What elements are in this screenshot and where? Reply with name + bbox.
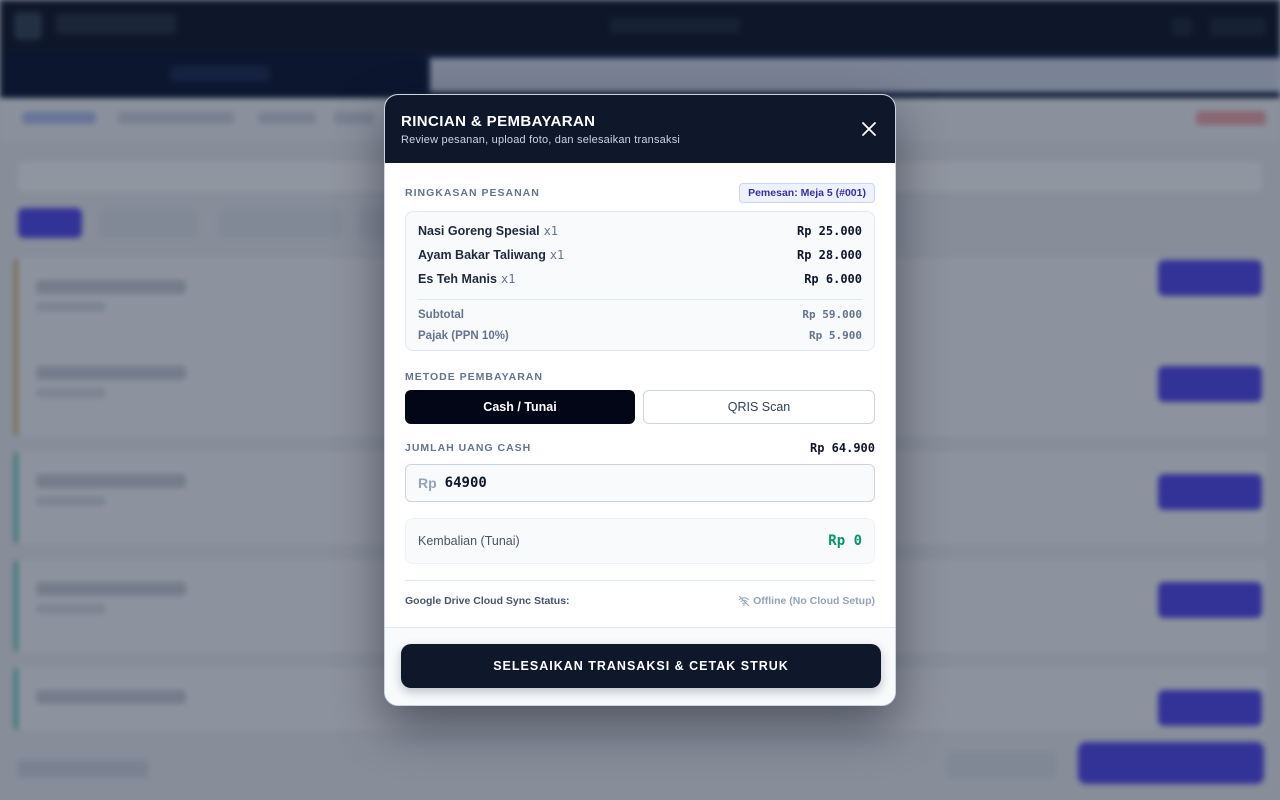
modal-header: RINCIAN & PEMBAYARAN Review pesanan, upl… [385,95,895,163]
item-qty: x1 [500,272,516,286]
modal-subtitle: Review pesanan, upload foto, dan selesai… [401,134,681,146]
sync-status: Offline (No Cloud Setup) [738,595,875,607]
order-item: Es Teh Manis x1 Rp 6.000 [418,270,862,294]
change-box: Kembalian (Tunai) Rp 0 [405,518,875,564]
wifi-off-icon [739,596,750,606]
subtotal-value: Rp 59.000 [802,308,862,321]
sync-status-text: Offline (No Cloud Setup) [753,595,875,607]
item-qty: x1 [543,224,559,238]
tax-value: Rp 5.900 [809,329,862,342]
tax-row: Pajak (PPN 10%) Rp 5.900 [418,329,862,350]
cash-total: Rp 64.900 [809,441,875,455]
change-value: Rp 0 [828,533,862,549]
sync-label: Google Drive Cloud Sync Status: [405,595,570,607]
customer-badge: Pemesan: Meja 5 (#001) [739,183,875,203]
close-icon [862,122,876,136]
modal-title: RINCIAN & PEMBAYARAN [401,113,596,130]
summary-label: RINGKASAN PESANAN [405,187,540,199]
modal-body: RINGKASAN PESANAN Pemesan: Meja 5 (#001)… [385,163,895,629]
currency-prefix: Rp [418,475,437,491]
cash-amount-header: JUMLAH UANG CASH Rp 64.900 [405,441,875,455]
cash-method-button[interactable]: Cash / Tunai [405,390,635,424]
order-summary: Nasi Goreng Spesial x1 Rp 25.000 Ayam Bak… [405,211,875,351]
cash-amount-input[interactable] [444,475,845,491]
cash-input-wrapper: Rp [405,464,875,502]
item-name: Nasi Goreng Spesial [418,224,540,238]
item-price: Rp 25.000 [796,224,862,238]
payment-method-toggle: Cash / Tunai QRIS Scan [405,390,875,424]
item-name: Es Teh Manis [418,272,497,286]
order-item: Nasi Goreng Spesial x1 Rp 25.000 [418,222,862,246]
tax-label: Pajak (PPN 10%) [418,330,509,342]
subtotal-label: Subtotal [418,309,464,321]
item-price: Rp 6.000 [804,272,862,286]
summary-header: RINGKASAN PESANAN Pemesan: Meja 5 (#001) [405,183,875,203]
summary-divider: Subtotal Rp 59.000 Pajak (PPN 10%) Rp 5.… [418,299,862,350]
order-item: Ayam Bakar Taliwang x1 Rp 28.000 [418,246,862,270]
item-price: Rp 28.000 [796,248,862,262]
qris-method-button[interactable]: QRIS Scan [643,390,875,424]
subtotal-row: Subtotal Rp 59.000 [418,308,862,329]
change-label: Kembalian (Tunai) [418,534,520,548]
close-button[interactable] [857,117,881,141]
item-name: Ayam Bakar Taliwang [418,248,546,262]
payment-method-label: METODE PEMBAYARAN [405,371,543,383]
cloud-sync-status: Google Drive Cloud Sync Status: Offline … [405,580,875,607]
cash-amount-label: JUMLAH UANG CASH [405,442,532,454]
item-qty: x1 [549,248,565,262]
payment-modal: RINCIAN & PEMBAYARAN Review pesanan, upl… [384,94,896,706]
finish-transaction-button[interactable]: SELESAIKAN TRANSAKSI & CETAK STRUK [401,644,881,688]
modal-footer: SELESAIKAN TRANSAKSI & CETAK STRUK [385,627,895,705]
